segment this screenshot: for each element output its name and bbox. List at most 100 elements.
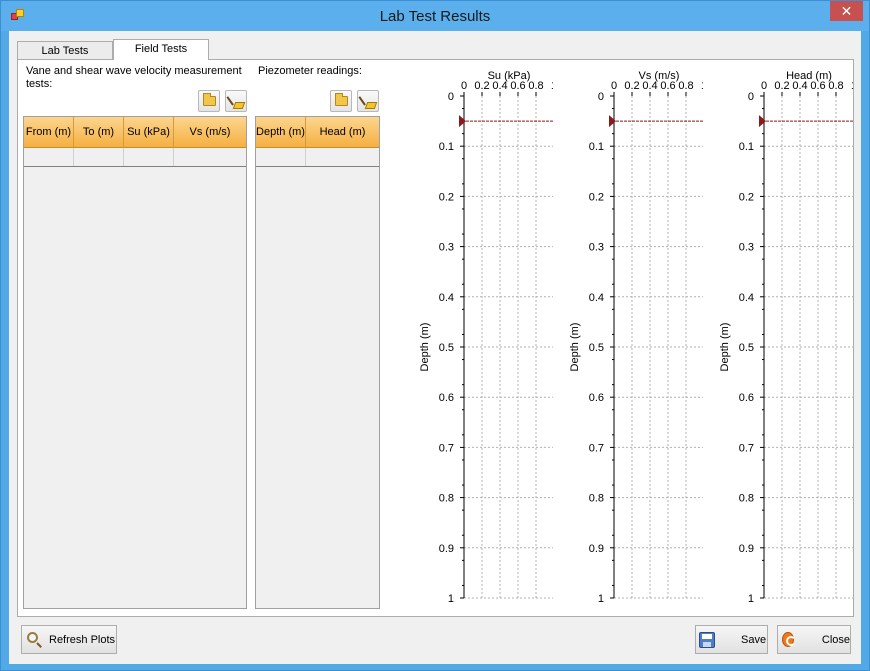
new-row-cell[interactable]	[174, 148, 246, 166]
x-tick-label: 0	[611, 80, 617, 92]
piezometer-clear-button[interactable]	[357, 90, 379, 112]
refresh-plots-button[interactable]: Refresh Plots	[21, 625, 117, 654]
col-head[interactable]: Head (m)	[306, 117, 379, 148]
y-tick-label: 1	[448, 593, 454, 605]
col-su[interactable]: Su (kPa)	[124, 117, 174, 148]
x-tick-label: 0	[461, 80, 467, 92]
y-tick-label: 0.1	[589, 141, 604, 153]
piezometer-section-label: Piezometer readings:	[258, 65, 362, 77]
y-tick-label: 0.7	[739, 442, 754, 454]
x-tick-label: 0.2	[624, 80, 639, 92]
col-to[interactable]: To (m)	[74, 117, 124, 148]
new-row-cell[interactable]	[124, 148, 174, 166]
x-tick-label: 0.4	[792, 80, 807, 92]
y-tick-label: 0.5	[439, 342, 454, 354]
y-tick-label: 0.6	[739, 392, 754, 404]
piezometer-new-row[interactable]	[256, 148, 379, 167]
vane-open-button[interactable]	[198, 90, 220, 112]
col-vs[interactable]: Vs (m/s)	[174, 117, 246, 148]
folder-icon	[335, 93, 348, 106]
title-bar[interactable]: Lab Test Results ✕	[1, 1, 869, 31]
new-row-cell[interactable]	[256, 148, 306, 166]
vane-section-label: Vane and shear wave velocity measurement…	[26, 65, 242, 90]
y-tick-label: 0.2	[439, 191, 454, 203]
y-tick-label: 1	[748, 593, 754, 605]
vs-depth-plot: Vs (m/s)00.20.40.60.8100.10.20.30.40.50.…	[543, 64, 707, 614]
su-depth-plot: Su (kPa)00.20.40.60.8100.10.20.30.40.50.…	[393, 64, 557, 614]
magnifier-icon	[27, 631, 43, 648]
plot-group: Su (kPa)00.20.40.60.8100.10.20.30.40.50.…	[419, 70, 557, 605]
vane-grid-header: From (m) To (m) Su (kPa) Vs (m/s)	[24, 117, 246, 148]
y-tick-label: 0.1	[439, 141, 454, 153]
x-tick-label: 0	[761, 80, 767, 92]
x-tick-label: 0.6	[660, 80, 675, 92]
depth-plot-svg: Head (m)00.20.40.60.8100.10.20.30.40.50.…	[719, 70, 857, 605]
new-row-cell[interactable]	[306, 148, 379, 166]
folder-icon	[203, 93, 216, 106]
y-tick-label: 0.8	[589, 493, 604, 505]
y-tick-label: 1	[598, 593, 604, 605]
depth-plot-svg: Vs (m/s)00.20.40.60.8100.10.20.30.40.50.…	[569, 70, 707, 605]
piezometer-open-button[interactable]	[330, 90, 352, 112]
save-button[interactable]: Save	[695, 625, 768, 654]
x-tick-label: 0.8	[678, 80, 693, 92]
y-tick-label: 0.9	[439, 543, 454, 555]
y-tick-label: 0.6	[439, 392, 454, 404]
vane-new-row[interactable]	[24, 148, 246, 167]
y-tick-label: 0	[448, 91, 454, 103]
window-title: Lab Test Results	[379, 8, 491, 25]
y-axis-label: Depth (m)	[719, 323, 731, 372]
y-tick-label: 0.3	[439, 242, 454, 254]
water-level-marker	[759, 115, 766, 128]
y-tick-label: 0.7	[589, 442, 604, 454]
close-label: Close	[821, 633, 850, 646]
head-depth-plot: Head (m)00.20.40.60.8100.10.20.30.40.50.…	[693, 64, 857, 614]
y-tick-label: 0.5	[739, 342, 754, 354]
y-tick-label: 0.9	[589, 543, 604, 555]
x-tick-label: 0.6	[510, 80, 525, 92]
close-icon	[782, 632, 796, 647]
window-close-button[interactable]: ✕	[830, 1, 863, 21]
y-tick-label: 0.4	[439, 292, 454, 304]
tab-field-tests[interactable]: Field Tests	[113, 39, 209, 60]
y-tick-label: 0.4	[589, 292, 604, 304]
app-window: Lab Test Results ✕ Lab Tests Field Tests…	[0, 0, 870, 671]
x-tick-label: 0.8	[528, 80, 543, 92]
y-tick-label: 0.2	[589, 191, 604, 203]
depth-plot-svg: Su (kPa)00.20.40.60.8100.10.20.30.40.50.…	[419, 70, 557, 605]
tab-lab-tests[interactable]: Lab Tests	[17, 41, 113, 60]
vane-clear-button[interactable]	[225, 90, 247, 112]
new-row-cell[interactable]	[24, 148, 74, 166]
field-tests-panel: Vane and shear wave velocity measurement…	[17, 59, 857, 617]
x-tick-label: 0.4	[642, 80, 657, 92]
plot-group: Vs (m/s)00.20.40.60.8100.10.20.30.40.50.…	[569, 70, 707, 605]
col-depth[interactable]: Depth (m)	[256, 117, 306, 148]
y-tick-label: 0.8	[439, 493, 454, 505]
y-tick-label: 0.8	[739, 493, 754, 505]
y-tick-label: 0.6	[589, 392, 604, 404]
client-area: Lab Tests Field Tests Vane and shear wav…	[9, 31, 861, 664]
x-tick-label: 0.4	[492, 80, 507, 92]
col-from[interactable]: From (m)	[24, 117, 74, 148]
vane-grid[interactable]: From (m) To (m) Su (kPa) Vs (m/s)	[23, 116, 247, 609]
broom-icon	[226, 94, 246, 110]
y-tick-label: 0.4	[739, 292, 754, 304]
y-tick-label: 0	[748, 91, 754, 103]
y-tick-label: 0.7	[439, 442, 454, 454]
y-tick-label: 0.5	[589, 342, 604, 354]
broom-icon	[358, 94, 378, 110]
piezometer-grid[interactable]: Depth (m) Head (m)	[255, 116, 380, 609]
x-tick-label: 1	[851, 80, 853, 92]
y-tick-label: 0.2	[739, 191, 754, 203]
close-button[interactable]: Close	[777, 625, 851, 654]
x-tick-label: 0.8	[828, 80, 843, 92]
y-axis-label: Depth (m)	[569, 323, 581, 372]
plot-group: Head (m)00.20.40.60.8100.10.20.30.40.50.…	[719, 70, 857, 605]
new-row-cell[interactable]	[74, 148, 124, 166]
y-tick-label: 0.3	[739, 242, 754, 254]
y-tick-label: 0.3	[589, 242, 604, 254]
y-tick-label: 0.1	[739, 141, 754, 153]
piezometer-grid-header: Depth (m) Head (m)	[256, 117, 379, 148]
refresh-plots-label: Refresh Plots	[49, 633, 116, 646]
water-level-marker	[459, 115, 466, 128]
